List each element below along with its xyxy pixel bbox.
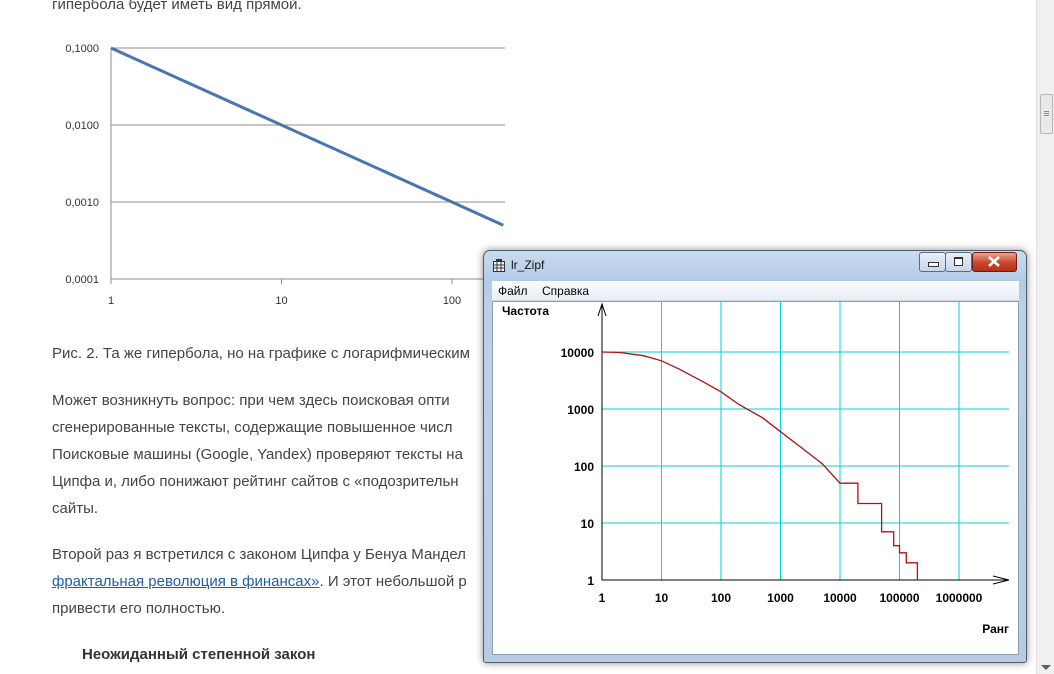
y-tick-label: 10000: [561, 346, 595, 360]
x-tick-label: 100: [443, 295, 461, 307]
menu-bar: Файл Справка: [492, 281, 1019, 301]
y-tick-label: 10: [581, 517, 595, 531]
page-scrollbar[interactable]: [1036, 0, 1054, 674]
x-tick-label: 100: [711, 591, 731, 605]
minimize-button[interactable]: [919, 252, 946, 272]
menu-file[interactable]: Файл: [498, 284, 528, 298]
close-button[interactable]: [972, 252, 1017, 272]
lr-zipf-window: lr_Zipf Файл Справка Частота Ранг 10000 100…: [483, 250, 1027, 663]
paragraph-line: Второй раз я встретился с законом Ципфа …: [52, 546, 466, 563]
scrollbar-thumb[interactable]: [1040, 94, 1053, 134]
restore-icon: [954, 257, 963, 266]
paragraph-line: Ципфа и, либо понижают рейтинг сайтов с …: [52, 473, 459, 490]
paragraph-line: Поисковые машины (Google, Yandex) провер…: [52, 446, 463, 463]
y-tick-label: 0,0001: [65, 274, 99, 286]
hyperbola-line: [110, 46, 504, 227]
x-tick-label: 1000: [767, 591, 794, 605]
x-tick-label: 1: [599, 591, 606, 605]
zipf-rank-frequency-chart: Частота Ранг 10000 1000 100 10 11 10 100 1000 1000…: [502, 302, 1010, 636]
x-tick-label: 1: [108, 295, 114, 307]
x-tick-label: 1000000: [936, 591, 983, 605]
paragraph-line: Может возникнуть вопрос: при чем здесь п…: [52, 392, 450, 409]
close-icon: [988, 256, 1000, 267]
x-tick-label: 10000: [823, 591, 857, 605]
app-icon: [493, 259, 505, 272]
window-client-area: Частота Ранг 10000 1000 100 10 1 1 10 100 1000 1000…: [492, 301, 1019, 655]
y-tick-label: 0,0010: [65, 197, 99, 209]
paragraph-text: . И этот небольшой р: [319, 573, 467, 590]
minimize-icon: [928, 262, 939, 267]
text-fragment-top: гипербола будет иметь вид прямой.: [52, 0, 302, 13]
paragraph-line: привести его полностью.: [52, 600, 226, 617]
section-subheading: Неожиданный степенной закон: [82, 646, 316, 663]
y-tick-label: 1: [587, 574, 594, 588]
y-tick-label: 0,0100: [65, 120, 99, 132]
window-title: lr_Zipf: [511, 258, 545, 272]
x-tick-label: 10: [655, 591, 669, 605]
paragraph-line: сайты.: [52, 500, 99, 517]
scroll-down-arrow-icon[interactable]: [1041, 665, 1051, 670]
x-tick-label: 10: [275, 295, 287, 307]
y-tick-label: 1000: [567, 403, 594, 417]
y-tick-label: 100: [574, 460, 594, 474]
y-tick-label: 0,1000: [65, 43, 99, 55]
y-axis-label: Частота: [502, 304, 549, 318]
maximize-button[interactable]: [945, 252, 972, 272]
figure-caption: Рис. 2. Та же гипербола, но на графике с…: [52, 345, 470, 362]
paragraph-line-with-link: фрактальная революция в финансах». И это…: [52, 568, 467, 595]
menu-help[interactable]: Справка: [542, 284, 589, 298]
x-axis-label: Ранг: [982, 622, 1009, 636]
x-tick-label: 100000: [879, 591, 919, 605]
fractal-revolution-link[interactable]: фрактальная революция в финансах»: [52, 573, 320, 590]
paragraph-line: сгенерированные тексты, содержащие повыш…: [52, 419, 453, 436]
hyperbola-log-chart: 0,1000 0,0100 0,0010 0,0001 1 10 100: [65, 43, 505, 307]
